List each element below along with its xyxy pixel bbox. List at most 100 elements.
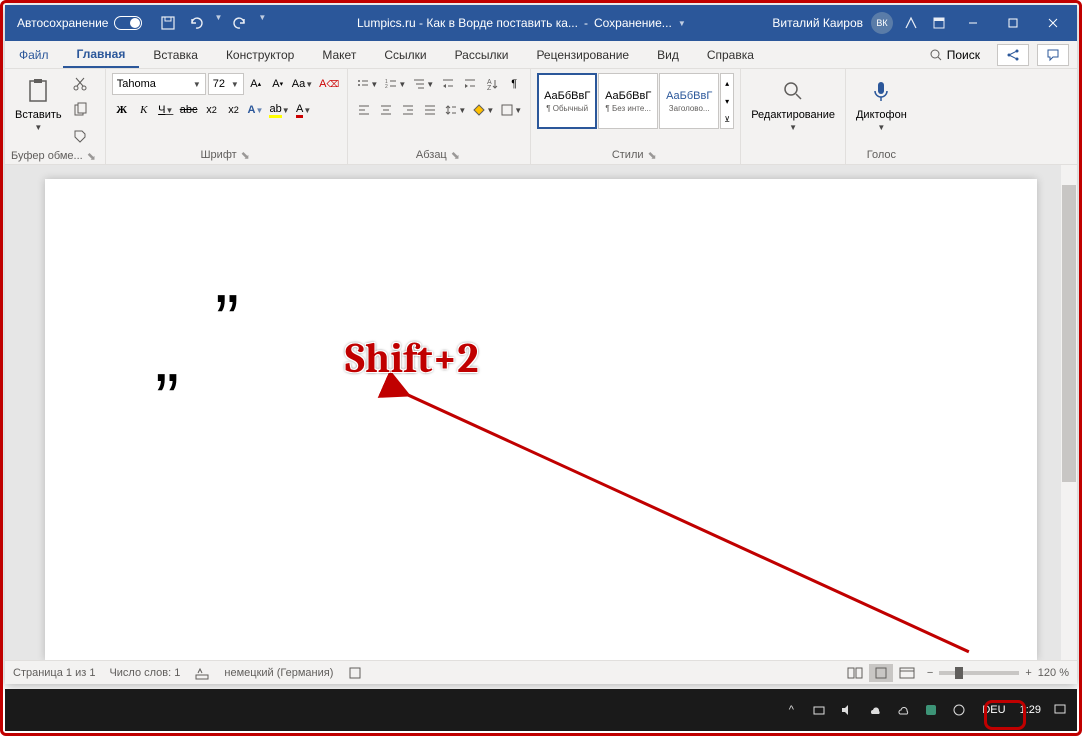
align-right-button[interactable]: [398, 99, 418, 121]
redo-icon[interactable]: [230, 13, 250, 33]
change-case-button[interactable]: Aa▼: [290, 73, 315, 95]
tab-review[interactable]: Рецензирование: [522, 41, 643, 68]
zoom-slider[interactable]: [939, 671, 1019, 675]
tab-help[interactable]: Справка: [693, 41, 768, 68]
save-icon[interactable]: [158, 13, 178, 33]
outdent-button[interactable]: [438, 73, 458, 95]
minimize-button[interactable]: [953, 5, 993, 41]
tray-expand-icon[interactable]: ^: [782, 701, 800, 719]
bold-button[interactable]: Ж: [112, 99, 132, 121]
network-icon[interactable]: [810, 701, 828, 719]
cut-button[interactable]: [70, 73, 90, 95]
italic-button[interactable]: К: [134, 99, 154, 121]
styles-launcher[interactable]: ⬊: [648, 149, 660, 161]
editing-button[interactable]: Редактирование ▼: [747, 73, 839, 134]
paste-button[interactable]: Вставить ▼: [11, 73, 66, 134]
tab-layout[interactable]: Макет: [308, 41, 370, 68]
font-color-button[interactable]: A▼: [294, 99, 314, 121]
highlight-button[interactable]: ab▼: [267, 99, 291, 121]
close-button[interactable]: [1033, 5, 1073, 41]
svg-text:Z: Z: [487, 85, 492, 91]
dictate-button[interactable]: Диктофон ▼: [852, 73, 911, 134]
superscript-button[interactable]: x2: [223, 99, 243, 121]
search-box[interactable]: Поиск: [920, 45, 989, 65]
line-spacing-button[interactable]: ▼: [442, 99, 468, 121]
page-indicator[interactable]: Страница 1 из 1: [13, 667, 95, 679]
clipboard-launcher[interactable]: ⬊: [87, 150, 99, 162]
page[interactable]: „ „ Shift+2: [45, 179, 1037, 660]
onedrive-icon[interactable]: [866, 701, 884, 719]
cloud-icon[interactable]: [894, 701, 912, 719]
format-painter-button[interactable]: [70, 125, 90, 147]
vertical-scrollbar[interactable]: [1061, 165, 1077, 660]
shading-button[interactable]: ▼: [470, 99, 496, 121]
print-layout-button[interactable]: [869, 664, 893, 682]
styles-more-button[interactable]: ▴▾⊻: [720, 73, 734, 129]
tab-mailings[interactable]: Рассылки: [441, 41, 523, 68]
align-left-button[interactable]: [354, 99, 374, 121]
font-label: Шрифт: [200, 149, 236, 161]
shrink-font-button[interactable]: A▾: [268, 73, 288, 95]
app-icon[interactable]: [922, 701, 940, 719]
numbering-button[interactable]: 12▼: [382, 73, 408, 95]
language-indicator-taskbar[interactable]: DEU: [978, 704, 1009, 716]
sort-button[interactable]: AZ: [482, 73, 502, 95]
indent-button[interactable]: [460, 73, 480, 95]
font-size-select[interactable]: 72▼: [208, 73, 244, 95]
tab-view[interactable]: Вид: [643, 41, 693, 68]
text-effects-button[interactable]: A▼: [245, 99, 265, 121]
tab-references[interactable]: Ссылки: [370, 41, 440, 68]
ribbon-options-icon[interactable]: [929, 13, 949, 33]
comments-button[interactable]: [1037, 44, 1069, 66]
font-launcher[interactable]: ⬊: [241, 149, 253, 161]
undo-dropdown-icon[interactable]: ▼: [214, 13, 222, 33]
qat-customize-icon[interactable]: ▼: [258, 13, 266, 33]
justify-button[interactable]: [420, 99, 440, 121]
maximize-button[interactable]: [993, 5, 1033, 41]
word-count[interactable]: Число слов: 1: [109, 667, 180, 679]
style-normal[interactable]: АаБбВвГ¶ Обычный: [537, 73, 597, 129]
tab-file[interactable]: Файл: [5, 41, 63, 68]
spellcheck-icon[interactable]: [194, 665, 210, 681]
find-icon: [777, 75, 809, 107]
borders-button[interactable]: ▼: [498, 99, 524, 121]
show-marks-button[interactable]: ¶: [504, 73, 524, 95]
grow-font-button[interactable]: A▴: [246, 73, 266, 95]
style-nointerval[interactable]: АаБбВвГ¶ Без инте...: [598, 73, 658, 129]
subscript-button[interactable]: x2: [201, 99, 221, 121]
volume-icon[interactable]: [838, 701, 856, 719]
bullets-button[interactable]: ▼: [354, 73, 380, 95]
zoom-out-button[interactable]: −: [927, 667, 933, 679]
macro-icon[interactable]: [347, 665, 363, 681]
paragraph-label: Абзац: [416, 149, 447, 161]
copy-button[interactable]: [70, 99, 90, 121]
zoom-level[interactable]: 120 %: [1038, 667, 1069, 679]
undo-icon[interactable]: [186, 13, 206, 33]
underline-button[interactable]: Ч▼: [156, 99, 176, 121]
paragraph-launcher[interactable]: ⬊: [451, 149, 463, 161]
tab-design[interactable]: Конструктор: [212, 41, 308, 68]
web-layout-button[interactable]: [895, 664, 919, 682]
user-avatar[interactable]: ВК: [871, 12, 893, 34]
multilevel-button[interactable]: ▼: [410, 73, 436, 95]
notifications-icon[interactable]: [1051, 701, 1069, 719]
clock[interactable]: 1:29: [1020, 704, 1041, 716]
read-mode-button[interactable]: [843, 664, 867, 682]
voice-label: Голос: [867, 149, 896, 161]
language-indicator[interactable]: немецкий (Германия): [224, 667, 333, 679]
font-name-select[interactable]: Tahoma▼: [112, 73, 206, 95]
coming-soon-icon[interactable]: [901, 13, 921, 33]
security-icon[interactable]: [950, 701, 968, 719]
autosave-toggle[interactable]: [114, 16, 142, 30]
clear-formatting-button[interactable]: A⌫: [317, 73, 341, 95]
share-button[interactable]: [997, 44, 1029, 66]
strike-button[interactable]: abc: [178, 99, 200, 121]
zoom-in-button[interactable]: +: [1025, 667, 1031, 679]
title-dropdown-icon[interactable]: ▼: [678, 19, 686, 28]
style-heading1[interactable]: АаБбВвГЗаголово...: [659, 73, 719, 129]
scrollbar-thumb[interactable]: [1062, 185, 1076, 482]
autosave-group: Автосохранение: [9, 16, 150, 30]
tab-insert[interactable]: Вставка: [139, 41, 212, 68]
align-center-button[interactable]: [376, 99, 396, 121]
tab-home[interactable]: Главная: [63, 41, 140, 68]
